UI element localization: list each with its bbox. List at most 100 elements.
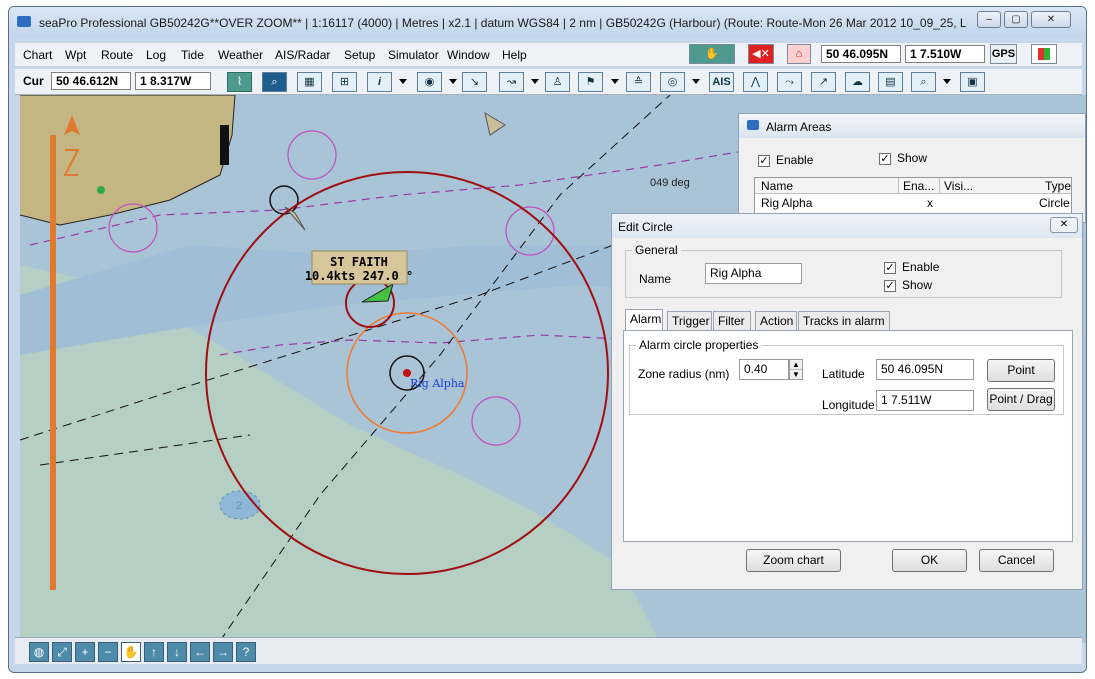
tool-ais[interactable]: AIS [709, 72, 734, 92]
edit-circle-title: Edit Circle [618, 220, 673, 234]
enable-label: Enable [776, 153, 814, 167]
tool-chart-select[interactable]: ▦ [297, 72, 322, 92]
land-marker [97, 186, 105, 194]
enable-label: Enable [902, 260, 940, 274]
table-row[interactable]: Rig Alpha x Circle [755, 195, 1071, 211]
flag-dropdown-arrow[interactable] [611, 79, 619, 84]
tool-bearing[interactable]: ⤳ [777, 72, 802, 92]
view-dropdown-arrow[interactable] [449, 79, 457, 84]
home-button[interactable]: ⌂ [787, 44, 811, 64]
ruler-icon: ⌇ [236, 76, 243, 88]
ok-button[interactable]: OK [892, 549, 967, 572]
tool-zoom[interactable]: ⌕ [911, 72, 936, 92]
alarm-areas-show-checkbox[interactable]: ✓ Show [879, 151, 927, 165]
scale-bar [50, 135, 56, 590]
tab-tracks-in-alarm[interactable]: Tracks in alarm [798, 311, 890, 330]
edit-enable-checkbox[interactable]: ✓ Enable [884, 260, 939, 274]
spinner-up-icon[interactable]: ▲ [790, 360, 802, 370]
menu-route[interactable]: Route [101, 48, 133, 62]
tab-trigger[interactable]: Trigger [667, 311, 712, 330]
column-visible[interactable]: Visi... [939, 178, 973, 194]
tool-track[interactable]: ↝ [499, 72, 524, 92]
tool-waypoints[interactable]: ⋀ [743, 72, 768, 92]
menu-ais-radar[interactable]: AIS/Radar [275, 48, 330, 62]
minimize-button[interactable]: – [977, 11, 1001, 28]
menu-tide[interactable]: Tide [181, 48, 204, 62]
tool-grid[interactable]: ⊞ [332, 72, 357, 92]
tool-arrow[interactable]: ↗ [811, 72, 836, 92]
tool-zoom-search[interactable]: ⌕ [262, 72, 287, 92]
spinner-down-icon[interactable]: ▼ [790, 370, 802, 379]
cursor-latitude: 50 46.612N [51, 72, 131, 90]
maximize-button[interactable]: ▢ [1004, 11, 1028, 28]
menu-chart[interactable]: Chart [23, 48, 52, 62]
arrow-up-icon: ↑ [151, 645, 157, 659]
cancel-button[interactable]: Cancel [979, 549, 1054, 572]
tool-view[interactable]: ◉ [417, 72, 442, 92]
menu-simulator[interactable]: Simulator [388, 48, 439, 62]
longitude-input[interactable]: 1 7.511W [876, 390, 974, 411]
globe-button[interactable]: ◍ [29, 642, 49, 662]
show-label: Show [902, 278, 933, 292]
point-button[interactable]: Point [987, 359, 1055, 382]
chart-icon: ▦ [304, 76, 315, 88]
tool-measure[interactable]: ⌇ [227, 72, 252, 92]
hand-icon: ✋ [123, 645, 139, 659]
point-drag-button[interactable]: Point / Drag [987, 388, 1055, 411]
pan-left-button[interactable]: ← [190, 642, 210, 662]
tool-weather[interactable]: ☁ [845, 72, 870, 92]
tab-alarm[interactable]: Alarm [625, 309, 663, 330]
pan-right-button[interactable]: → [213, 642, 233, 662]
hand-pan-button[interactable]: ✋ [689, 44, 735, 64]
column-type[interactable]: Type [1045, 179, 1071, 193]
menu-window[interactable]: Window [447, 48, 490, 62]
tool-display[interactable]: ▣ [960, 72, 985, 92]
menu-setup[interactable]: Setup [344, 48, 375, 62]
edit-show-checkbox[interactable]: ✓ Show [884, 278, 932, 292]
menu-log[interactable]: Log [146, 48, 166, 62]
row-type: Circle [1039, 196, 1070, 210]
column-name[interactable]: Name [761, 179, 793, 193]
mute-alarm-button[interactable]: ◀✕ [748, 44, 774, 64]
alarm-areas-enable-checkbox[interactable]: ✓ Enable [758, 153, 813, 167]
zone-radius-input[interactable]: 0.40 [739, 359, 789, 380]
help-nav-button[interactable]: ? [236, 642, 256, 662]
tool-report[interactable]: ▤ [878, 72, 903, 92]
zoom-icon: ⌕ [920, 76, 927, 88]
close-button[interactable]: ✕ [1031, 11, 1071, 28]
tool-flag[interactable]: ⚑ [578, 72, 603, 92]
pan-button[interactable]: ✋ [121, 642, 141, 662]
zone-radius-spinner[interactable]: ▲ ▼ [789, 359, 803, 380]
info-dropdown-arrow[interactable] [399, 79, 407, 84]
tool-info[interactable]: i [367, 72, 392, 92]
tab-filter[interactable]: Filter [713, 311, 751, 330]
menu-weather[interactable]: Weather [218, 48, 263, 62]
zoom-chart-button[interactable]: Zoom chart [746, 549, 841, 572]
track-dropdown-arrow[interactable] [531, 79, 539, 84]
gps-status-indicator [1031, 44, 1057, 64]
name-input[interactable]: Rig Alpha [705, 263, 802, 284]
pan-down-button[interactable]: ↓ [167, 642, 187, 662]
target-dropdown-arrow[interactable] [692, 79, 700, 84]
fit-button[interactable]: ⤢ [52, 642, 72, 662]
edit-circle-dialog: Edit Circle ✕ General Name Rig Alpha ✓ En… [611, 213, 1083, 590]
gps-button[interactable]: GPS [990, 44, 1017, 64]
tool-mob[interactable]: ♙ [545, 72, 570, 92]
status-bars-icon-green [1044, 48, 1050, 60]
edit-circle-close-button[interactable]: ✕ [1050, 217, 1078, 233]
tool-route[interactable]: ↘ [462, 72, 487, 92]
latitude-input[interactable]: 50 46.095N [876, 359, 974, 380]
tab-action[interactable]: Action [755, 311, 797, 330]
tool-tide[interactable]: ≙ [626, 72, 651, 92]
menu-wpt[interactable]: Wpt [65, 48, 86, 62]
column-enabled[interactable]: Ena... [898, 178, 934, 194]
zoom-in-button[interactable]: + [75, 642, 95, 662]
pan-up-button[interactable]: ↑ [144, 642, 164, 662]
tide-icon: ≙ [633, 76, 644, 88]
tool-target[interactable]: ◎ [660, 72, 685, 92]
zoom-out-icon: − [104, 645, 112, 659]
zoom-out-button[interactable]: − [98, 642, 118, 662]
edit-circle-titlebar: Edit Circle ✕ [612, 214, 1082, 238]
menu-help[interactable]: Help [502, 48, 527, 62]
zoom-dropdown-arrow[interactable] [943, 79, 951, 84]
